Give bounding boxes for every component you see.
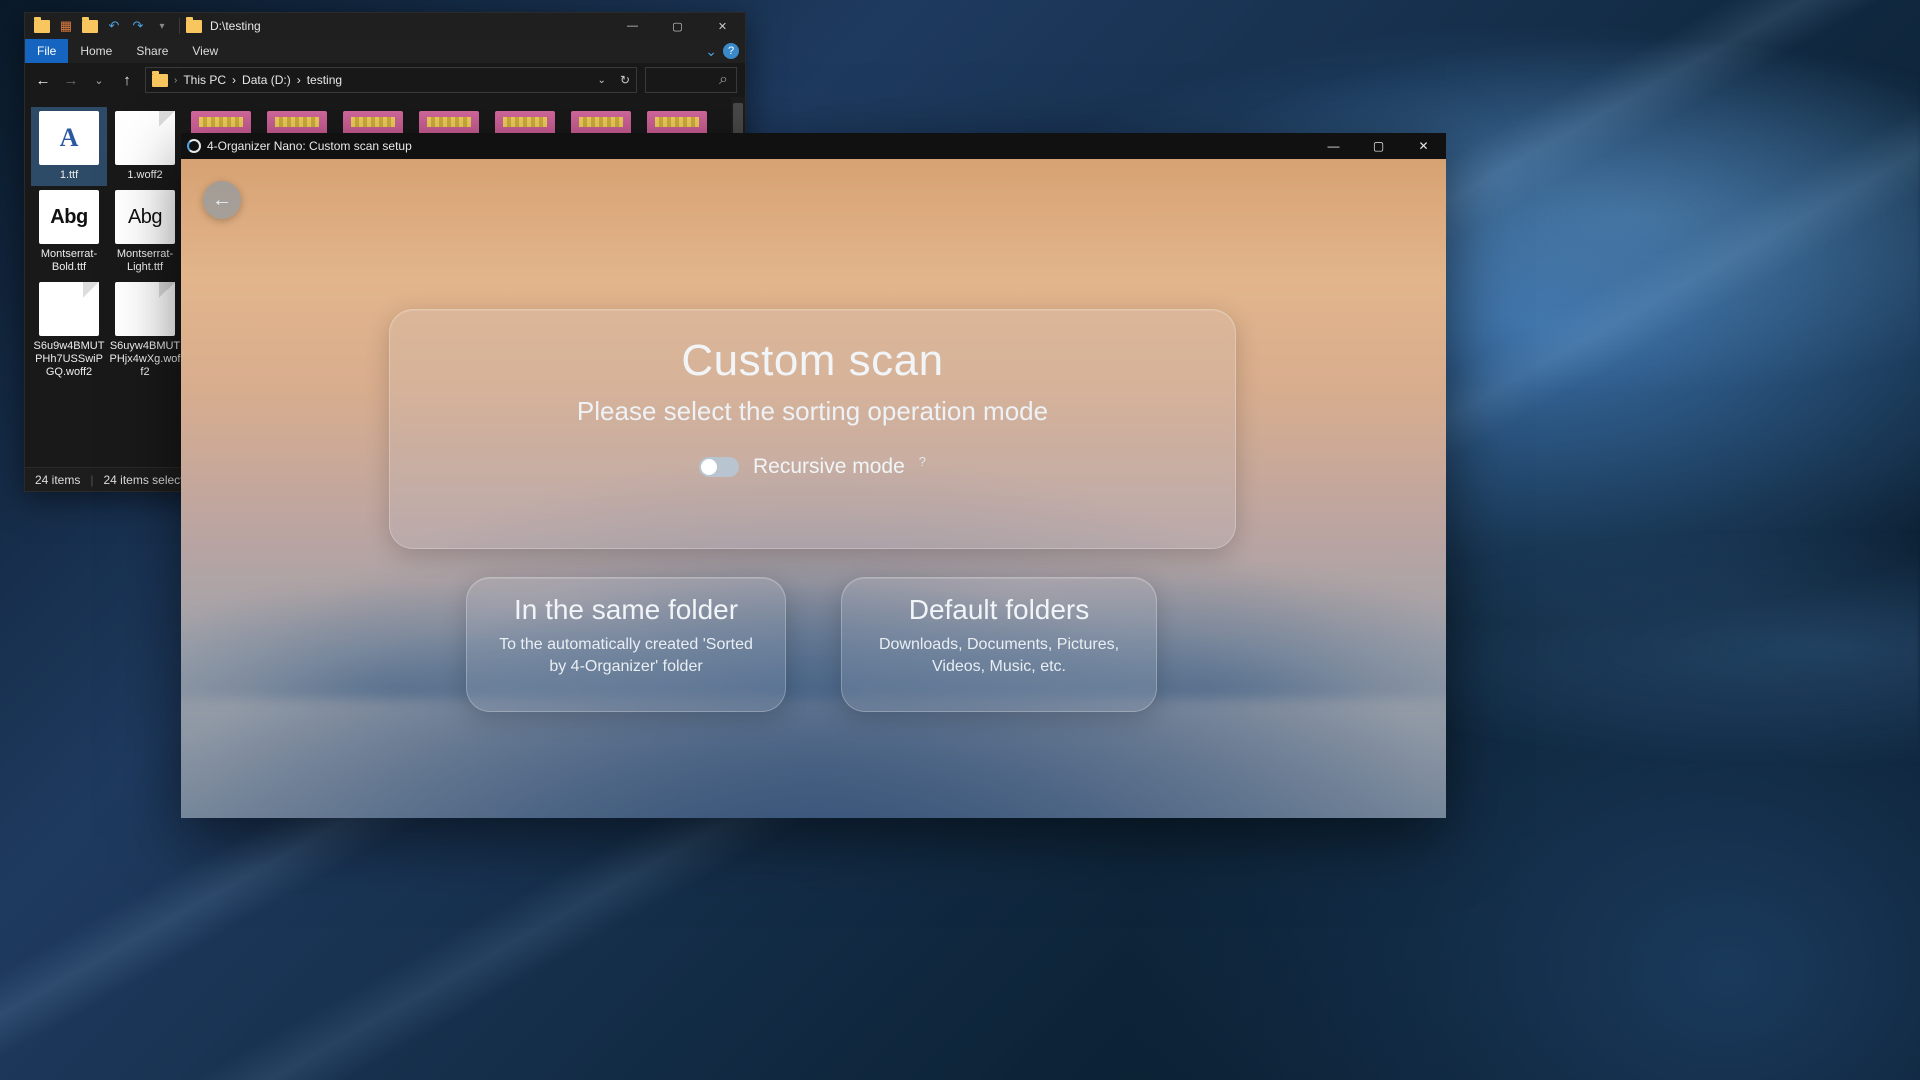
- breadcrumb-this-pc[interactable]: This PC: [183, 73, 226, 87]
- option-desc: Downloads, Documents, Pictures, Videos, …: [864, 634, 1134, 678]
- arrow-left-icon: ←: [212, 189, 232, 212]
- file-item[interactable]: Abg Montserrat-Bold.ttf: [31, 186, 107, 278]
- file-name: 1.ttf: [60, 169, 78, 182]
- option-desc: To the automatically created 'Sorted by …: [489, 634, 763, 678]
- new-folder-icon[interactable]: [79, 15, 101, 37]
- chevron-right-icon: ›: [297, 73, 301, 87]
- folder-icon[interactable]: [31, 15, 53, 37]
- help-icon[interactable]: ?: [723, 43, 739, 59]
- maximize-button[interactable]: ▢: [1356, 133, 1401, 159]
- qat-dropdown-icon[interactable]: ▾: [151, 15, 173, 37]
- tab-file[interactable]: File: [25, 39, 68, 63]
- file-name: Montserrat-Bold.ttf: [33, 248, 105, 274]
- chevron-right-icon: ›: [232, 73, 236, 87]
- status-item-count: 24 items: [35, 473, 80, 487]
- file-icon: [115, 111, 175, 165]
- folder-icon: [152, 74, 168, 87]
- tab-view[interactable]: View: [180, 39, 230, 63]
- toggle-label: Recursive mode: [753, 455, 905, 479]
- minimize-button[interactable]: —: [610, 13, 655, 39]
- file-item[interactable]: S6uyw4BMUTPHjx4wXg.woff2: [107, 278, 183, 383]
- properties-icon[interactable]: ▦: [55, 15, 77, 37]
- minimize-button[interactable]: —: [1311, 133, 1356, 159]
- file-name: S6uyw4BMUTPHjx4wXg.woff2: [109, 340, 181, 379]
- refresh-icon[interactable]: ↻: [620, 73, 630, 87]
- separator: [179, 18, 180, 34]
- search-input[interactable]: ⌕: [645, 67, 737, 93]
- chevron-right-icon[interactable]: ›: [174, 75, 177, 86]
- breadcrumb-drive[interactable]: Data (D:): [242, 73, 291, 87]
- app-icon: [187, 139, 201, 153]
- breadcrumb-folder[interactable]: testing: [307, 73, 342, 87]
- panel-subheading: Please select the sorting operation mode: [430, 396, 1195, 427]
- toggle-knob: [701, 459, 717, 475]
- undo-icon[interactable]: ↶: [103, 15, 125, 37]
- option-title: In the same folder: [489, 594, 763, 626]
- nav-recent-dropdown[interactable]: ⌄: [89, 74, 109, 87]
- redo-icon[interactable]: ↷: [127, 15, 149, 37]
- tab-share[interactable]: Share: [124, 39, 180, 63]
- quick-access-toolbar: ▦ ↶ ↷ ▾: [25, 15, 173, 37]
- separator: |: [90, 473, 93, 487]
- file-name: S6u9w4BMUTPHh7USSwiPGQ.woff2: [33, 340, 105, 379]
- custom-scan-panel: Custom scan Please select the sorting op…: [389, 309, 1236, 549]
- ribbon-collapse-icon[interactable]: ⌄: [705, 43, 717, 60]
- option-default-folders[interactable]: Default folders Downloads, Documents, Pi…: [841, 577, 1157, 712]
- option-same-folder[interactable]: In the same folder To the automatically …: [466, 577, 786, 712]
- folder-icon: [186, 20, 202, 33]
- organizer-body: ← Custom scan Please select the sorting …: [181, 159, 1446, 818]
- close-button[interactable]: ✕: [1401, 133, 1446, 159]
- file-item[interactable]: A 1.ttf: [31, 107, 107, 186]
- file-icon: [115, 282, 175, 336]
- nav-up-button[interactable]: ↑: [117, 72, 137, 89]
- titlebar-path: D:\testing: [186, 19, 261, 33]
- file-name: 1.woff2: [127, 169, 162, 182]
- recursive-mode-row: Recursive mode ?: [430, 455, 1195, 479]
- file-icon: [39, 282, 99, 336]
- address-dropdown-icon[interactable]: ⌄: [598, 75, 606, 86]
- window-title: D:\testing: [210, 19, 261, 33]
- file-name: Montserrat-Light.ttf: [109, 248, 181, 274]
- navbar: ← → ⌄ ↑ › This PC › Data (D:) › testing …: [25, 63, 745, 97]
- font-icon: Abg: [39, 190, 99, 244]
- organizer-titlebar[interactable]: 4-Organizer Nano: Custom scan setup — ▢ …: [181, 133, 1446, 159]
- panel-heading: Custom scan: [430, 336, 1195, 386]
- ribbon: File Home Share View ⌄ ?: [25, 39, 745, 63]
- file-item[interactable]: 1.woff2: [107, 107, 183, 186]
- font-icon: Abg: [115, 190, 175, 244]
- address-bar[interactable]: › This PC › Data (D:) › testing ⌄ ↻: [145, 67, 637, 93]
- organizer-window: 4-Organizer Nano: Custom scan setup — ▢ …: [181, 133, 1446, 818]
- maximize-button[interactable]: ▢: [655, 13, 700, 39]
- tab-home[interactable]: Home: [68, 39, 124, 63]
- file-item[interactable]: S6u9w4BMUTPHh7USSwiPGQ.woff2: [31, 278, 107, 383]
- nav-back-button[interactable]: ←: [33, 72, 53, 89]
- window-controls: — ▢ ✕: [610, 13, 745, 39]
- window-title: 4-Organizer Nano: Custom scan setup: [207, 139, 412, 153]
- search-icon: ⌕: [719, 71, 728, 89]
- option-title: Default folders: [864, 594, 1134, 626]
- explorer-titlebar[interactable]: ▦ ↶ ↷ ▾ D:\testing — ▢ ✕: [25, 13, 745, 39]
- close-button[interactable]: ✕: [700, 13, 745, 39]
- font-icon: A: [39, 111, 99, 165]
- recursive-mode-toggle[interactable]: [699, 457, 739, 477]
- back-button[interactable]: ←: [203, 181, 241, 219]
- file-item[interactable]: Abg Montserrat-Light.ttf: [107, 186, 183, 278]
- nav-forward-button[interactable]: →: [61, 72, 81, 89]
- help-icon[interactable]: ?: [919, 454, 926, 469]
